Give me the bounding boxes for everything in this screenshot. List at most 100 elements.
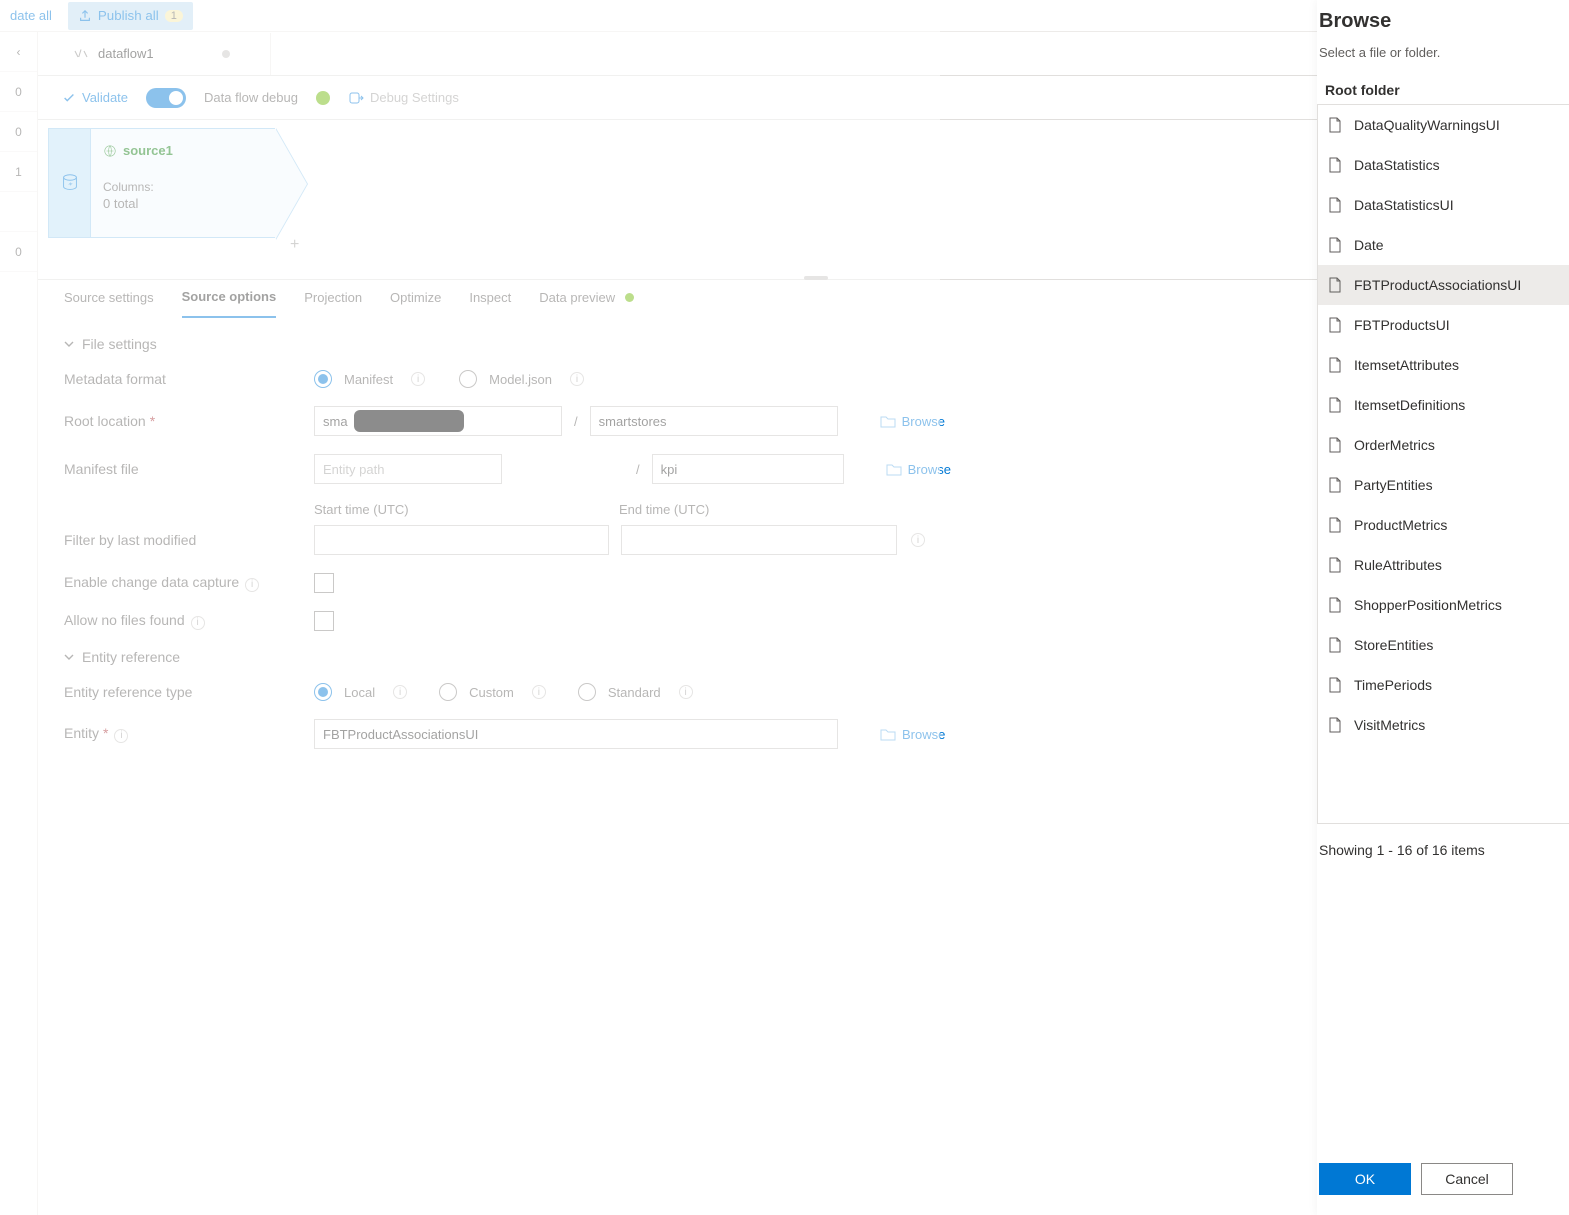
file-name: FBTProductsUI (1354, 317, 1450, 333)
file-name: DataStatisticsUI (1354, 197, 1454, 213)
label-entity-ref-type: Entity reference type (64, 684, 314, 700)
rail-count-3[interactable] (0, 192, 37, 232)
browse-root-button[interactable]: Browse (880, 414, 945, 429)
file-name: ShopperPositionMetrics (1354, 597, 1502, 613)
browse-manifest-button[interactable]: Browse (886, 462, 951, 477)
radio-standard[interactable] (578, 683, 596, 701)
tab-inspect[interactable]: Inspect (469, 290, 511, 317)
tab-projection[interactable]: Projection (304, 290, 362, 317)
left-rail: ‹ 0 0 1 0 (0, 32, 38, 1215)
file-row[interactable]: ItemsetAttributes (1318, 345, 1569, 385)
node-handle[interactable] (48, 128, 90, 238)
tab-dataflow1[interactable]: dataflow1 (72, 33, 271, 75)
file-row[interactable]: Date (1318, 225, 1569, 265)
info-icon[interactable]: i (114, 729, 128, 743)
file-row[interactable]: StoreEntities (1318, 625, 1569, 665)
file-row[interactable]: DataQualityWarningsUI (1318, 105, 1569, 145)
radio-local[interactable] (314, 683, 332, 701)
radio-modeljson[interactable] (459, 370, 477, 388)
label-manifest-file: Manifest file (64, 461, 314, 477)
node-columns-label: Columns: (103, 180, 263, 194)
cancel-button[interactable]: Cancel (1421, 1163, 1513, 1195)
add-step-button[interactable]: + (290, 236, 299, 254)
preview-ready-icon (625, 293, 634, 302)
file-row[interactable]: VisitMetrics (1318, 705, 1569, 745)
file-row[interactable]: PartyEntities (1318, 465, 1569, 505)
browse-entity-button[interactable]: Browse (880, 727, 945, 742)
file-name: StoreEntities (1354, 637, 1433, 653)
upload-icon (78, 9, 92, 23)
rail-collapse-toggle[interactable]: ‹ (0, 32, 37, 72)
file-icon (1328, 557, 1344, 573)
folder-icon (880, 727, 896, 741)
tab-source-settings[interactable]: Source settings (64, 290, 154, 317)
validate-all-button[interactable]: date all (0, 0, 62, 32)
folder-icon (886, 462, 902, 476)
file-row[interactable]: ItemsetDefinitions (1318, 385, 1569, 425)
file-icon (1328, 677, 1344, 693)
allow-no-files-checkbox[interactable] (314, 611, 334, 631)
info-icon[interactable]: i (911, 533, 925, 547)
radio-custom-label: Custom (469, 685, 514, 700)
entity-path-input[interactable] (314, 454, 502, 484)
root-folder-header: Root folder (1325, 82, 1567, 98)
end-time-input[interactable] (621, 525, 897, 555)
manifest-name-input[interactable] (652, 454, 844, 484)
rail-count-0[interactable]: 0 (0, 72, 37, 112)
file-row[interactable]: TimePeriods (1318, 665, 1569, 705)
debug-settings-label: Debug Settings (370, 90, 459, 105)
debug-label: Data flow debug (204, 90, 298, 105)
rail-count-2[interactable]: 1 (0, 152, 37, 192)
info-icon[interactable]: i (532, 685, 546, 699)
file-row[interactable]: RuleAttributes (1318, 545, 1569, 585)
label-enable-cdc: Enable change data capturei (64, 574, 314, 592)
tab-optimize[interactable]: Optimize (390, 290, 441, 317)
rail-count-4[interactable]: 0 (0, 232, 37, 272)
info-icon[interactable]: i (191, 616, 205, 630)
file-row[interactable]: ShopperPositionMetrics (1318, 585, 1569, 625)
file-name: FBTProductAssociationsUI (1354, 277, 1521, 293)
file-row[interactable]: FBTProductAssociationsUI (1318, 265, 1569, 305)
publish-count-badge: 1 (165, 10, 183, 22)
file-row[interactable]: DataStatisticsUI (1318, 185, 1569, 225)
info-icon[interactable]: i (245, 578, 259, 592)
ok-button[interactable]: OK (1319, 1163, 1411, 1195)
tab-source-options[interactable]: Source options (182, 289, 277, 318)
file-row[interactable]: DataStatistics (1318, 145, 1569, 185)
section-file-settings-label: File settings (82, 336, 157, 352)
radio-custom[interactable] (439, 683, 457, 701)
showing-count: Showing 1 - 16 of 16 items (1319, 842, 1569, 858)
tab-title: dataflow1 (98, 46, 154, 61)
file-icon (1328, 597, 1344, 613)
redacted-mask (354, 410, 464, 432)
path-separator: / (574, 414, 578, 429)
entity-input[interactable] (314, 719, 838, 749)
debug-settings-button[interactable]: Debug Settings (348, 90, 459, 106)
radio-manifest[interactable] (314, 370, 332, 388)
radio-modeljson-label: Model.json (489, 372, 552, 387)
file-row[interactable]: OrderMetrics (1318, 425, 1569, 465)
info-icon[interactable]: i (570, 372, 584, 386)
publish-all-label: Publish all (98, 8, 159, 23)
file-icon (1328, 277, 1344, 293)
root-folder-input[interactable] (590, 406, 838, 436)
file-row[interactable]: ProductMetrics (1318, 505, 1569, 545)
chevron-down-icon (64, 652, 74, 662)
info-icon[interactable]: i (411, 372, 425, 386)
validate-label: Validate (82, 90, 128, 105)
file-list[interactable]: DataQualityWarningsUIDataStatistics DataS… (1317, 104, 1569, 824)
info-icon[interactable]: i (393, 685, 407, 699)
start-time-input[interactable] (314, 525, 609, 555)
source-node[interactable]: source1 Columns: 0 total (48, 128, 307, 238)
tab-data-preview-label: Data preview (539, 290, 615, 305)
file-icon (1328, 397, 1344, 413)
info-icon[interactable]: i (679, 685, 693, 699)
enable-cdc-checkbox[interactable] (314, 573, 334, 593)
debug-toggle[interactable] (146, 88, 186, 108)
validate-button[interactable]: Validate (62, 90, 128, 105)
publish-all-button[interactable]: Publish all 1 (68, 2, 193, 30)
rail-count-1[interactable]: 0 (0, 112, 37, 152)
file-row[interactable]: FBTProductsUI (1318, 305, 1569, 345)
tab-data-preview[interactable]: Data preview (539, 290, 634, 317)
browse-panel: Browse Select a file or folder. Root fol… (1317, 0, 1569, 1215)
